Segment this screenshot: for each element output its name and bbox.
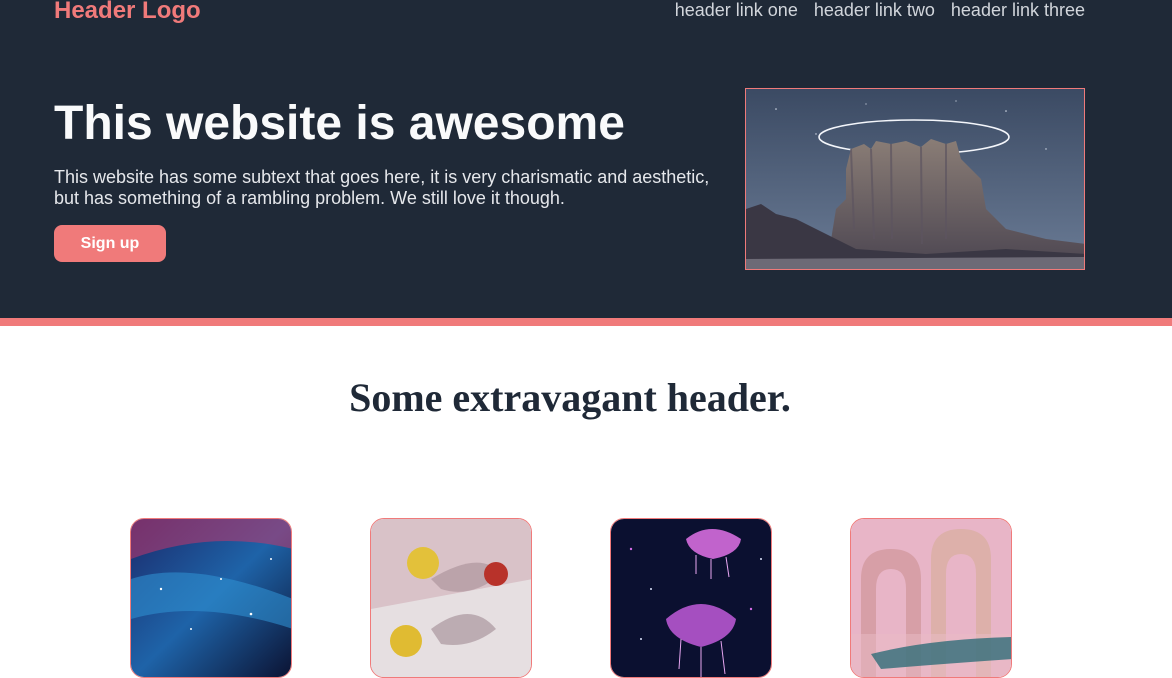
header-link-two[interactable]: header link two (814, 0, 935, 22)
accent-divider (0, 318, 1172, 326)
image-card-fruit[interactable] (370, 518, 532, 678)
header-logo[interactable]: Header Logo (54, 0, 201, 25)
hero-subtext: This website has some subtext that goes … (54, 167, 710, 208)
hero-section: Header Logo header link one header link … (0, 0, 1172, 318)
hero-image (745, 88, 1085, 270)
hero-title: This website is awesome (54, 97, 625, 150)
image-card-arches[interactable] (850, 518, 1012, 678)
image-card-galaxy[interactable] (130, 518, 292, 678)
header-link-three[interactable]: header link three (951, 0, 1085, 22)
section-heading: Some extravagant header. (349, 375, 791, 420)
image-card-jellyfish[interactable] (610, 518, 772, 678)
signup-button[interactable]: Sign up (54, 225, 166, 262)
header-nav: header link one header link two header l… (675, 0, 1085, 22)
header-link-one[interactable]: header link one (675, 0, 798, 22)
